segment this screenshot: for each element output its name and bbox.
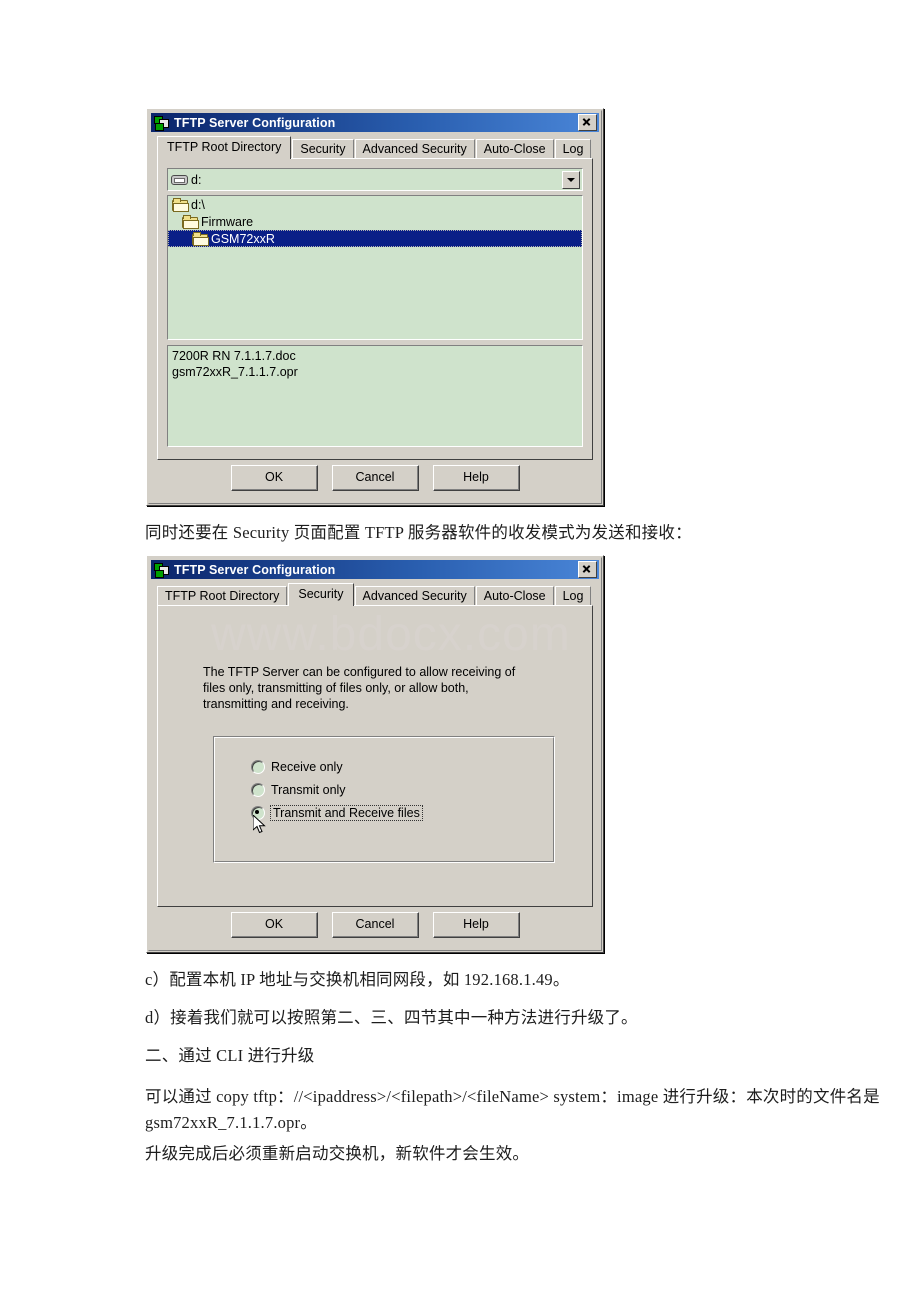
paragraph-reboot: 升级完成后必须重新启动交换机，新软件才会生效。 bbox=[145, 1144, 530, 1163]
radio-icon[interactable] bbox=[251, 760, 265, 774]
help-button[interactable]: Help bbox=[432, 912, 520, 938]
ok-button[interactable]: OK bbox=[230, 465, 318, 491]
tree-item[interactable]: d:\ bbox=[168, 196, 582, 213]
file-list-item[interactable]: gsm72xxR_7.1.1.7.opr bbox=[172, 364, 582, 380]
drive-icon bbox=[171, 174, 188, 185]
drive-select-value: d: bbox=[191, 172, 202, 187]
caption-security-page: 同时还要在 Security 页面配置 TFTP 服务器软件的收发模式为发送和接… bbox=[145, 523, 692, 542]
folder-icon bbox=[172, 198, 189, 212]
help-button[interactable]: Help bbox=[432, 465, 520, 491]
dialog2-button-row: OK Cancel Help bbox=[149, 912, 601, 938]
radio-label: Transmit and Receive files bbox=[270, 805, 423, 821]
radio-transmit-and-receive-files[interactable]: Transmit and Receive files bbox=[251, 805, 423, 821]
dialog2-tab-page: The TFTP Server can be configured to all… bbox=[157, 605, 593, 907]
tab-security[interactable]: Security bbox=[292, 139, 354, 159]
file-list[interactable]: 7200R RN 7.1.1.7.doc gsm72xxR_7.1.1.7.op… bbox=[167, 345, 583, 447]
tree-item-label: Firmware bbox=[201, 214, 254, 229]
radio-transmit-only[interactable]: Transmit only bbox=[251, 783, 346, 797]
folder-icon bbox=[192, 232, 209, 246]
dialog2-title: TFTP Server Configuration bbox=[174, 562, 336, 577]
dialog-inner-frame: TFTP Server Configuration TFTP Root Dire… bbox=[148, 110, 602, 504]
tab-security[interactable]: Security bbox=[288, 583, 354, 606]
tab-log[interactable]: Log bbox=[554, 586, 592, 606]
dialog2-tabstrip: TFTP Root Directory Security Advanced Se… bbox=[157, 583, 593, 606]
dialog1-title: TFTP Server Configuration bbox=[174, 115, 336, 130]
tree-item-label: GSM72xxR bbox=[211, 231, 275, 246]
dialog-inner-frame: TFTP Server Configuration TFTP Root Dire… bbox=[148, 557, 602, 951]
tab-log[interactable]: Log bbox=[554, 139, 592, 159]
tab-advanced-security[interactable]: Advanced Security bbox=[354, 586, 475, 606]
tftp-server-configuration-dialog-security: TFTP Server Configuration TFTP Root Dire… bbox=[146, 555, 604, 953]
heading-section-two: 二、通过 CLI 进行升级 bbox=[145, 1046, 315, 1065]
directory-tree[interactable]: d:\ Firmware GSM72xxR bbox=[167, 195, 583, 340]
tree-item-label: d:\ bbox=[191, 197, 205, 212]
drive-select[interactable]: d: bbox=[167, 168, 583, 191]
paragraph-cli: 可以通过 copy tftp：//<ipaddress>/<filepath>/… bbox=[145, 1087, 885, 1132]
paragraph-c: c）配置本机 IP 地址与交换机相同网段，如 192.168.1.49。 bbox=[145, 970, 570, 989]
close-icon[interactable] bbox=[578, 114, 597, 131]
radio-receive-only[interactable]: Receive only bbox=[251, 760, 343, 774]
transfer-mode-groupbox: Receive only Transmit only Transmit and … bbox=[213, 736, 555, 863]
dialog2-titlebar[interactable]: TFTP Server Configuration bbox=[151, 560, 599, 579]
tab-advanced-security[interactable]: Advanced Security bbox=[354, 139, 475, 159]
folder-icon bbox=[182, 215, 199, 229]
dialog1-tab-page: d: d:\ Firmware GSM72xxR 7200R RN 7.1.1.… bbox=[157, 158, 593, 460]
tftp-server-configuration-dialog-root-directory: TFTP Server Configuration TFTP Root Dire… bbox=[146, 108, 604, 506]
dialog1-button-row: OK Cancel Help bbox=[149, 465, 601, 491]
tree-item[interactable]: Firmware bbox=[168, 213, 582, 230]
dialog1-titlebar[interactable]: TFTP Server Configuration bbox=[151, 113, 599, 132]
cancel-button[interactable]: Cancel bbox=[331, 465, 419, 491]
radio-label: Transmit only bbox=[271, 783, 346, 797]
paragraph-d: d）接着我们就可以按照第二、三、四节其中一种方法进行升级了。 bbox=[145, 1008, 638, 1027]
security-description: The TFTP Server can be configured to all… bbox=[203, 665, 516, 711]
radio-icon[interactable] bbox=[251, 783, 265, 797]
dialog1-tabstrip: TFTP Root Directory Security Advanced Se… bbox=[157, 136, 593, 159]
network-app-icon bbox=[154, 562, 169, 578]
radio-icon-selected[interactable] bbox=[251, 806, 265, 820]
document-page: TFTP Server Configuration TFTP Root Dire… bbox=[0, 0, 920, 1302]
ok-button[interactable]: OK bbox=[230, 912, 318, 938]
chevron-down-icon[interactable] bbox=[562, 171, 580, 189]
tree-item-selected[interactable]: GSM72xxR bbox=[168, 230, 582, 247]
groupbox-inner: Receive only Transmit only Transmit and … bbox=[214, 737, 554, 862]
radio-label: Receive only bbox=[271, 760, 343, 774]
tab-auto-close[interactable]: Auto-Close bbox=[475, 586, 554, 606]
cancel-button[interactable]: Cancel bbox=[331, 912, 419, 938]
tab-tftp-root-directory[interactable]: TFTP Root Directory bbox=[157, 586, 288, 606]
close-icon[interactable] bbox=[578, 561, 597, 578]
network-app-icon bbox=[154, 115, 169, 131]
file-list-item[interactable]: 7200R RN 7.1.1.7.doc bbox=[172, 348, 582, 364]
tab-auto-close[interactable]: Auto-Close bbox=[475, 139, 554, 159]
tab-tftp-root-directory[interactable]: TFTP Root Directory bbox=[157, 136, 292, 159]
